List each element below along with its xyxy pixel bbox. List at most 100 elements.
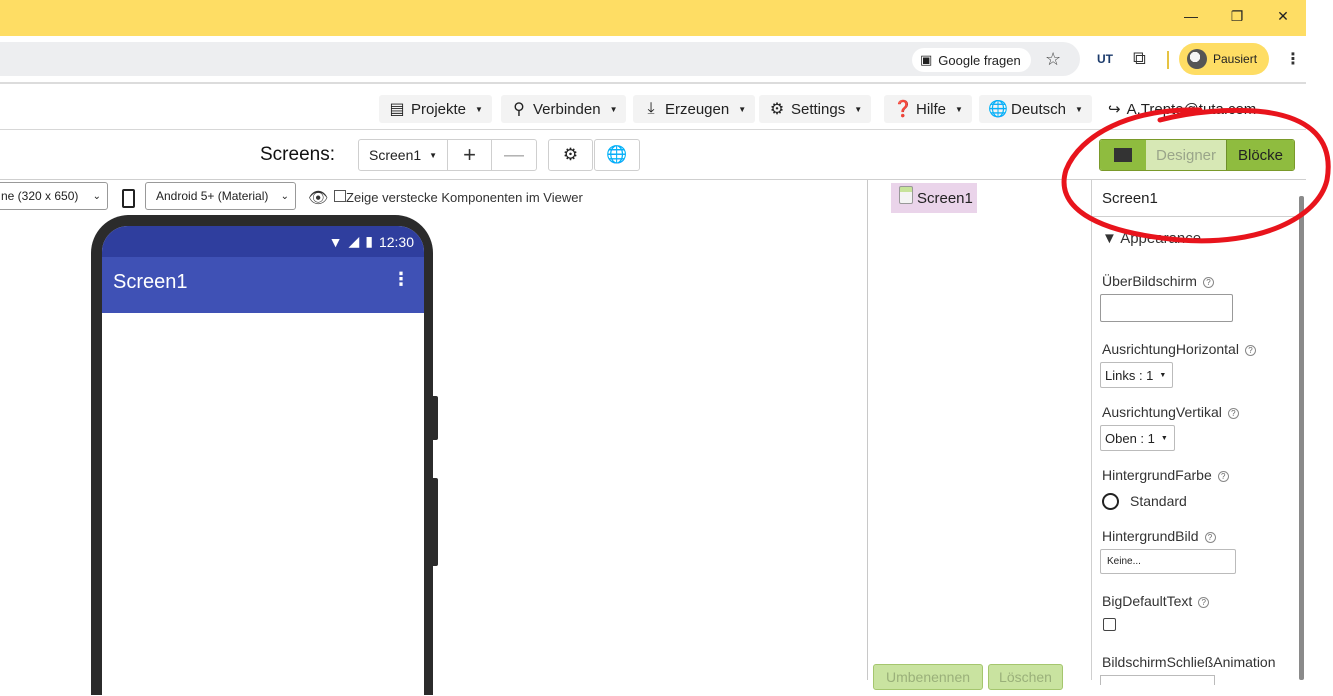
battery-icon: ▮ — [365, 233, 373, 249]
close-animation-label: BildschirmSchließAnimation — [1102, 654, 1276, 670]
window-edge — [1306, 0, 1333, 680]
connect-icon: ⚲ — [513, 101, 525, 118]
designer-button[interactable]: Designer — [1146, 140, 1226, 170]
rename-button[interactable]: Umbenennen — [873, 664, 983, 690]
caret-down-icon: ▼ — [955, 104, 963, 114]
extension-ut-icon[interactable]: UT — [1097, 52, 1113, 66]
caret-down-icon: ▼ — [738, 104, 747, 114]
browser-menu-icon[interactable]: ⋮ — [1285, 49, 1301, 69]
screen-icon — [899, 186, 913, 204]
align-vertical-dropdown[interactable]: Oben : 1 ▼ — [1100, 425, 1175, 451]
help-icon[interactable]: ? — [1198, 596, 1210, 608]
align-horizontal-value: Links : 1 — [1105, 367, 1154, 383]
menu-build[interactable]: ⤓ Erzeugen ▼ — [633, 95, 756, 123]
device-size-select[interactable]: ne (320 x 650) ⌄ — [0, 182, 108, 210]
gears-icon: ⚙ — [562, 145, 579, 164]
help-icon[interactable]: ? — [1202, 276, 1214, 288]
bg-color-text: HintergrundFarbe — [1102, 467, 1212, 483]
device-size-value: ne (320 x 650) — [1, 189, 79, 203]
project-properties-button[interactable]: ⚙ — [548, 139, 593, 171]
menu-settings[interactable]: ⚙ Settings ▼ — [759, 95, 872, 123]
extensions-puzzle-icon[interactable]: ⧉ — [1133, 48, 1146, 69]
help-icon[interactable]: ? — [1204, 531, 1216, 543]
panel-icon — [1114, 148, 1132, 162]
caret-down-icon: ▼ — [854, 104, 863, 114]
properties-panel: Screen1 ▼ Appearance ÜberBildschirm? Aus… — [1091, 180, 1302, 685]
bg-image-value: Keine... — [1107, 556, 1141, 567]
menu-language-label: Deutsch — [1011, 100, 1067, 118]
about-screen-label: ÜberBildschirm? — [1102, 273, 1214, 289]
menu-connect[interactable]: ⚲ Verbinden ▼ — [501, 95, 627, 123]
toggle-palette-button[interactable] — [1100, 140, 1146, 170]
help-icon[interactable]: ? — [1227, 407, 1239, 419]
big-text-checkbox[interactable] — [1103, 618, 1116, 631]
menu-projects-label: Projekte — [411, 100, 467, 118]
theme-select[interactable]: Android 5+ (Material) ⌄ — [145, 182, 296, 210]
avatar — [1187, 49, 1207, 69]
browser-toolbar: ▣ Google fragen ☆ UT ⧉ Pausiert ⋮ — [0, 36, 1306, 82]
about-screen-textarea[interactable] — [1100, 294, 1233, 322]
big-text-text: BigDefaultText — [1102, 593, 1193, 609]
divider — [1092, 216, 1302, 217]
menu-language[interactable]: 🌐 Deutsch ▼ — [979, 95, 1092, 123]
app-title: Screen1 — [113, 271, 188, 293]
google-lens-chip[interactable]: ▣ Google fragen — [912, 48, 1031, 72]
caret-down-icon: ▼ — [429, 150, 438, 160]
align-vertical-text: AusrichtungVertikal — [1102, 404, 1222, 420]
caret-down-icon: ▼ — [609, 104, 618, 114]
globe-icon: 🌐 — [606, 145, 628, 164]
menu-projects[interactable]: ▤ Projekte ▼ — [379, 95, 492, 123]
appearance-section-header[interactable]: ▼ Appearance — [1102, 230, 1201, 247]
sign-out-icon: ↪ — [1108, 101, 1121, 118]
remove-screen-button[interactable]: — — [491, 139, 537, 171]
theme-value: Android 5+ (Material) — [156, 189, 269, 203]
preview-globe-button[interactable]: 🌐 — [594, 139, 640, 171]
minimize-icon[interactable]: — — [1168, 0, 1214, 32]
menu-settings-label: Settings — [791, 100, 846, 118]
align-vertical-value: Oben : 1 — [1105, 430, 1155, 446]
close-animation-dropdown[interactable] — [1100, 675, 1215, 685]
big-text-label: BigDefaultText? — [1102, 593, 1210, 609]
tree-item-screen1[interactable]: Screen1 — [891, 183, 977, 213]
phone-status-bar: ▼ ◢ ▮ 12:30 — [102, 226, 424, 257]
screen-dropdown-value: Screen1 — [369, 147, 422, 163]
properties-title: Screen1 — [1102, 190, 1158, 207]
menu-build-label: Erzeugen — [665, 100, 730, 118]
screen-dropdown[interactable]: Screen1 ▼ — [358, 139, 448, 171]
user-account-menu[interactable]: ↪ A.Trepte@tuta.com — [1108, 100, 1257, 119]
align-horizontal-dropdown[interactable]: Links : 1 ▼ — [1100, 362, 1174, 388]
restore-icon[interactable]: ❐ — [1214, 0, 1260, 32]
status-time: 12:30 — [378, 233, 414, 250]
user-email: A.Trepte@tuta.com — [1126, 100, 1257, 118]
blocks-button[interactable]: Blöcke — [1226, 140, 1294, 170]
phone-app-bar: Screen1 ⋮ — [102, 257, 424, 313]
download-icon: ⤓ — [647, 100, 655, 117]
delete-button[interactable]: Löschen — [988, 664, 1063, 690]
properties-scrollbar[interactable] — [1299, 196, 1304, 680]
gear-icon: ⚙ — [769, 101, 785, 118]
lens-chip-label: Google fragen — [938, 52, 1021, 68]
bg-image-text: HintergrundBild — [1102, 528, 1199, 544]
show-hidden-label: Zeige verstecke Komponenten im Viewer — [346, 190, 583, 205]
close-icon[interactable]: ✕ — [1260, 0, 1306, 32]
profile-button[interactable]: Pausiert — [1179, 43, 1269, 75]
help-icon[interactable]: ? — [1244, 344, 1256, 356]
show-hidden-checkbox[interactable] — [334, 190, 346, 202]
align-horizontal-label: AusrichtungHorizontal? — [1102, 341, 1256, 357]
help-icon[interactable]: ? — [1217, 470, 1229, 482]
bg-image-label: HintergrundBild? — [1102, 528, 1216, 544]
phone-screen[interactable]: ▼ ◢ ▮ 12:30 Screen1 ⋮ — [102, 226, 424, 696]
color-swatch[interactable] — [1102, 493, 1119, 510]
tree-item-label: Screen1 — [917, 189, 973, 207]
screens-toolbar: Screens: Screen1 ▼ + — ⚙ 🌐 Designer Blöc… — [0, 130, 1306, 180]
designer-blocks-toggle: Designer Blöcke — [1099, 139, 1295, 171]
bg-image-picker[interactable]: Keine... — [1100, 549, 1236, 574]
overflow-menu-icon: ⋮ — [392, 269, 410, 289]
menu-help[interactable]: ❓ Hilfe ▼ — [884, 95, 972, 123]
caret-down-icon: ▼ — [1160, 434, 1168, 442]
add-screen-button[interactable]: + — [447, 139, 492, 171]
profile-label: Pausiert — [1213, 52, 1258, 66]
screens-label: Screens: — [260, 144, 335, 165]
bookmark-star-icon[interactable]: ☆ — [1045, 49, 1061, 70]
bg-color-value[interactable]: Standard — [1130, 493, 1187, 509]
